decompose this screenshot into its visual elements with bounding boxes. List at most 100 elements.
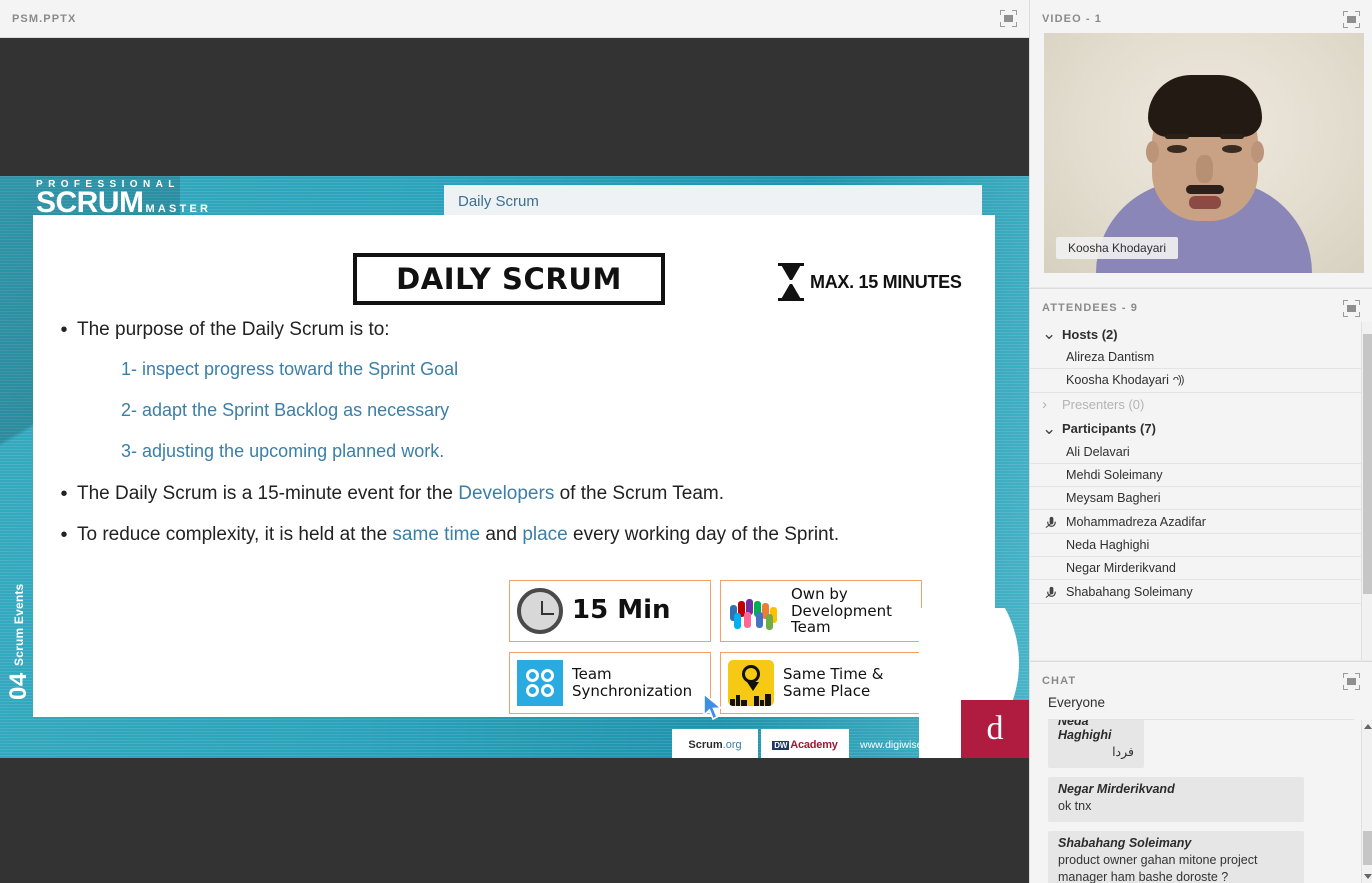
slide-side-label: 04 Scrum Events (6, 580, 32, 700)
attendee-name: Ali Delavari (1066, 445, 1130, 459)
chat-scroll-up-arrow[interactable] (1364, 724, 1372, 729)
sub-point: 3- adjusting the upcoming planned work. (121, 441, 981, 462)
logo-scrum-text: Scrum (688, 739, 722, 751)
attendee-group-1[interactable]: ›Presenters (0) (1030, 393, 1361, 417)
bullet-marker: • (51, 482, 77, 507)
chat-recipient[interactable]: Everyone (1048, 695, 1105, 710)
attendee-name: Neda Haghighi (1066, 538, 1149, 552)
bullet-marker: • (51, 523, 77, 548)
info-box-label: 15 Min (572, 596, 671, 625)
chevron-right-icon[interactable]: › (1042, 396, 1062, 413)
attendee-name: Meysam Bagheri (1066, 491, 1161, 505)
highlight-same-time: same time (392, 524, 480, 545)
chat-panel-title: CHAT (1042, 675, 1076, 687)
bullet-text: The purpose of the Daily Scrum is to: (77, 318, 390, 343)
side-text: Scrum Events (12, 584, 26, 666)
chat-message-text: فردا (1058, 744, 1134, 761)
sub-point: 1- inspect progress toward the Sprint Go… (121, 359, 981, 380)
attendee-group-0[interactable]: ⌄Hosts (2) (1030, 322, 1361, 346)
popout-icon-presentation[interactable] (1000, 10, 1017, 27)
info-box-15min: 15 Min (509, 580, 711, 642)
highlight-developers: Developers (458, 483, 554, 504)
info-box-time-place: Same Time & Same Place (720, 652, 922, 714)
info-box-label: Team Synchronization (572, 666, 703, 700)
max-minutes-label: MAX. 15 MINUTES (810, 272, 962, 293)
attendee-row[interactable]: Koosha Khodayari ᴖ)) (1030, 369, 1361, 392)
bullet-item: • The purpose of the Daily Scrum is to: (51, 318, 981, 343)
side-number: 04 (5, 672, 33, 700)
attendee-name: Mehdi Soleimany (1066, 468, 1163, 482)
attendee-row[interactable]: Ali Delavari (1030, 441, 1361, 464)
attendees-panel-title: ATTENDEES - 9 (1042, 302, 1138, 314)
bullet-text: The Daily Scrum is a 15-minute event for… (77, 482, 724, 507)
attendee-row[interactable]: Mehdi Soleimany (1030, 464, 1361, 487)
attendees-scroll-thumb[interactable] (1363, 334, 1372, 594)
scrum-org-logo: Scrum.org (672, 729, 758, 758)
slide-heading-box: DAILY SCRUM (353, 253, 665, 305)
attendee-row[interactable]: Shabahang Soleimany (1030, 580, 1361, 603)
chat-panel: CHAT Everyone Neda Haghighiفردا Negar Mir… (1029, 661, 1372, 883)
chat-message: Neda Haghighiفردا (1048, 720, 1144, 768)
chat-scroll-thumb[interactable] (1363, 831, 1372, 865)
info-box-label: Own by Development Team (791, 586, 914, 636)
attendee-row[interactable]: Mohammadreza Azadifar (1030, 510, 1361, 533)
presentation-stage: PROFESSIONAL SCRUM MASTER Daily Scrum 04… (0, 38, 1029, 883)
attendee-row[interactable]: Neda Haghighi (1030, 534, 1361, 557)
chevron-down-icon[interactable]: ⌄ (1042, 425, 1062, 433)
logo-dw-prefix: DW (772, 741, 789, 750)
attendee-row[interactable]: Meysam Bagheri (1030, 487, 1361, 510)
popout-icon-video[interactable] (1343, 11, 1360, 28)
chevron-down-icon[interactable]: ⌄ (1042, 330, 1062, 338)
highlight-place: place (522, 524, 567, 545)
info-box-ownership: Own by Development Team (720, 580, 922, 642)
slide-canvas[interactable]: PROFESSIONAL SCRUM MASTER Daily Scrum 04… (0, 176, 1029, 758)
chat-message-list[interactable]: Neda Haghighiفردا Negar Mirderikvandok tn… (1030, 720, 1361, 883)
sub-point: 2- adapt the Sprint Backlog as necessary (121, 400, 981, 421)
attendees-list[interactable]: ⌄Hosts (2)Alireza DantismKoosha Khodayar… (1030, 322, 1361, 660)
chat-scroll-down-arrow[interactable] (1364, 874, 1372, 879)
popout-icon-attendees[interactable] (1343, 300, 1360, 317)
psm-brand-logo: PROFESSIONAL SCRUM MASTER (36, 179, 211, 218)
attendee-name: Negar Mirderikvand (1066, 561, 1176, 575)
slide-heading: DAILY SCRUM (396, 262, 622, 296)
chat-scrollbar[interactable] (1361, 720, 1372, 883)
slide-section-tab: Daily Scrum (444, 185, 982, 217)
attendee-name: Koosha Khodayari (1066, 373, 1169, 387)
mic-muted-icon (1044, 515, 1062, 529)
speaking-indicator-icon: ᴖ)) (1173, 374, 1183, 386)
info-box-label: Same Time & Same Place (783, 666, 914, 700)
hourglass-icon (778, 263, 804, 301)
attendee-name: Mohammadreza Azadifar (1066, 515, 1206, 529)
presentation-pane-header: PSM.PPTX (0, 0, 1029, 38)
logo-academy-text: Academy (790, 739, 838, 751)
chat-message: Negar Mirderikvandok tnx (1048, 777, 1304, 822)
bullet-item: • To reduce complexity, it is held at th… (51, 523, 981, 548)
right-sidebar: VIDEO - 1 Koos (1029, 0, 1372, 883)
attendee-group-label: Participants (7) (1062, 421, 1156, 436)
chat-message-text: product owner gahan mitone project manag… (1058, 852, 1294, 883)
slide-content-area: DAILY SCRUM MAX. 15 MINUTES • The purpos… (33, 215, 995, 717)
people-group-icon (728, 591, 782, 631)
attendees-scrollbar[interactable] (1361, 322, 1372, 660)
chat-message-author: Shabahang Soleimany (1058, 836, 1294, 850)
logo-scrum-suffix: .org (723, 739, 742, 751)
meeting-app-window: PSM.PPTX PROFESSIONAL SCRUM MASTER Daily… (0, 0, 1372, 883)
attendee-group-label: Hosts (2) (1062, 327, 1118, 342)
brand-master: MASTER (146, 203, 212, 215)
attendee-row[interactable]: Alireza Dantism (1030, 346, 1361, 369)
video-panel-title: VIDEO - 1 (1042, 13, 1102, 25)
map-pin-clock-icon (728, 660, 774, 706)
popout-icon-chat[interactable] (1343, 673, 1360, 690)
attendees-panel: ATTENDEES - 9 ⌄Hosts (2)Alireza DantismK… (1029, 288, 1372, 660)
corner-d-logo: d (961, 700, 1029, 758)
attendee-name: Shabahang Soleimany (1066, 585, 1193, 599)
mouse-cursor (703, 693, 725, 723)
slide-bullet-list: • The purpose of the Daily Scrum is to: … (51, 318, 981, 564)
video-panel: VIDEO - 1 Koos (1029, 0, 1372, 287)
attendee-row[interactable]: Negar Mirderikvand (1030, 557, 1361, 580)
video-feed[interactable]: Koosha Khodayari (1044, 33, 1364, 273)
attendee-group-2[interactable]: ⌄Participants (7) (1030, 417, 1361, 441)
bullet-marker: • (51, 318, 77, 343)
max-minutes-block: MAX. 15 MINUTES (778, 263, 962, 301)
attendee-name: Alireza Dantism (1066, 350, 1154, 364)
